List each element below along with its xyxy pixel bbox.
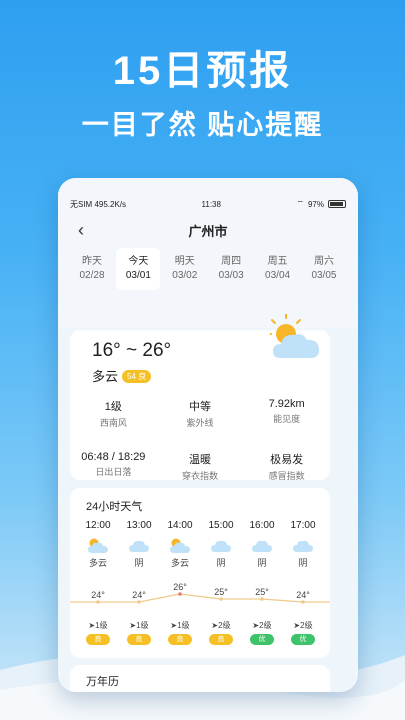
hour-condition: 阴 bbox=[216, 558, 226, 568]
battery-icon bbox=[327, 200, 346, 208]
promo-title: 15日预报 bbox=[112, 49, 293, 93]
hour-column: 12:00 多云 bbox=[78, 520, 118, 569]
status-time: 11:38 bbox=[201, 199, 221, 209]
hour-wind: ➤2级 bbox=[211, 621, 231, 630]
battery-percent: 97% bbox=[307, 199, 324, 209]
partly-cloudy-icon bbox=[160, 536, 200, 554]
hour-time: 12:00 bbox=[85, 520, 111, 531]
hour-time: 17:00 bbox=[290, 520, 316, 531]
detail-grid: 1级 西南风 中等 紫外线 7.92km 能见度 06:48 / 18:29 日出日落 … bbox=[70, 398, 330, 482]
hour-condition: 多云 bbox=[170, 558, 189, 568]
visibility-cell: 7.92km 能见度 bbox=[268, 398, 305, 424]
day-tab[interactable]: 周六 03/05 bbox=[302, 248, 346, 290]
day-tab[interactable]: 周五 03/04 bbox=[256, 248, 300, 290]
partly-cloudy-icon bbox=[78, 536, 118, 554]
hour-aqi-badge: 良 bbox=[168, 634, 192, 645]
cloudy-icon bbox=[242, 536, 282, 554]
hour-wind: ➤1级 bbox=[129, 621, 149, 630]
cloudy-icon bbox=[283, 536, 323, 554]
dressing-index-cell: 温暖 穿衣指数 bbox=[181, 454, 218, 481]
hour-time: 13:00 bbox=[126, 520, 152, 531]
temperature-point bbox=[96, 600, 100, 604]
hour-temperature: 25° bbox=[255, 587, 269, 597]
condition-text: 多云 bbox=[92, 369, 119, 384]
day-tabs: 昨天 02/28 今天 03/01 明天 03/02 周四 03/03 周五 03/04 … bbox=[70, 248, 346, 290]
cloudy-icon bbox=[201, 536, 241, 554]
temperature-point bbox=[260, 597, 264, 601]
hour-temperature: 24° bbox=[91, 590, 105, 600]
day-tab-selected[interactable]: 今天 03/01 bbox=[116, 248, 161, 290]
hour-wind: ➤2级 bbox=[293, 621, 313, 630]
wifi-icon: ⌔ bbox=[296, 199, 304, 208]
hour-temperature: 25° bbox=[214, 587, 228, 597]
hour-temperature: 26° bbox=[173, 582, 187, 592]
calendar-title: 万年历 bbox=[86, 676, 119, 688]
condition-row: 多云 54 良 bbox=[92, 366, 152, 385]
nav-bar: ‹ 广州市 bbox=[58, 218, 358, 242]
cloudy-icon bbox=[119, 536, 159, 554]
phone-frame: 无SIM 495.2K/s 11:38 ⌔ 97% ‹ 广州市 昨天 02/28 … bbox=[58, 178, 358, 692]
hour-aqi-badge: 优 bbox=[250, 634, 274, 645]
hour-aqi-badge: 良 bbox=[209, 634, 233, 645]
hour-temperature: 24° bbox=[132, 590, 146, 600]
temperature-point bbox=[301, 600, 305, 604]
cold-index-cell: 极易发 感冒指数 bbox=[268, 454, 305, 481]
hour-wind: ➤1级 bbox=[170, 621, 190, 630]
hour-column: 13:00 阴 bbox=[119, 520, 159, 569]
aqi-badge[interactable]: 54 良 bbox=[122, 370, 152, 383]
hour-condition: 阴 bbox=[134, 558, 144, 568]
hour-condition: 阴 bbox=[257, 558, 267, 568]
hour-condition: 阴 bbox=[298, 558, 308, 568]
app-screen: 无SIM 495.2K/s 11:38 ⌔ 97% ‹ 广州市 昨天 02/28 … bbox=[58, 178, 358, 692]
hour-temperature: 24° bbox=[296, 590, 310, 600]
hour-wind: ➤1级 bbox=[88, 621, 108, 630]
temperature-point bbox=[219, 597, 223, 601]
hour-column: 17:00 阴 bbox=[283, 520, 323, 569]
temperature-point bbox=[137, 600, 141, 604]
uv-cell: 中等 紫外线 bbox=[186, 401, 214, 428]
hour-aqi-badge: 良 bbox=[86, 634, 110, 645]
hour-time: 15:00 bbox=[208, 520, 234, 531]
hour-wind: ➤2级 bbox=[252, 621, 272, 630]
promo-subtitle: 一目了然 贴心提醒 bbox=[81, 110, 324, 140]
hour-column: 15:00 阴 bbox=[201, 520, 241, 569]
temperature-point bbox=[178, 592, 182, 596]
network-status: 无SIM 495.2K/s bbox=[70, 199, 127, 209]
day-tab[interactable]: 周四 03/03 bbox=[209, 248, 253, 290]
calendar-card[interactable]: 万年历 bbox=[70, 665, 330, 692]
temperature-range: 16° ~ 26° bbox=[92, 340, 172, 361]
today-card: 16° ~ 26° 多云 54 良 1级 西南风 中等 紫外线 7.92km 能见度 0… bbox=[70, 314, 330, 482]
sunrise-sunset-cell: 06:48 / 18:29 日出日落 bbox=[81, 451, 146, 477]
hour-column: 14:00 多云 bbox=[160, 520, 200, 569]
day-tab[interactable]: 明天 03/02 bbox=[163, 248, 207, 290]
hour-aqi-badge: 优 bbox=[291, 634, 315, 645]
hour-time: 16:00 bbox=[249, 520, 275, 531]
wind-cell: 1级 西南风 bbox=[99, 401, 127, 428]
hour-column: 16:00 阴 bbox=[242, 520, 282, 569]
day-tab[interactable]: 昨天 02/28 bbox=[70, 248, 114, 290]
city-title: 广州市 bbox=[188, 224, 228, 239]
hour-aqi-badge: 良 bbox=[127, 634, 151, 645]
partly-cloudy-icon bbox=[270, 314, 320, 358]
status-bar: 无SIM 495.2K/s 11:38 ⌔ 97% bbox=[70, 198, 346, 210]
hour-time: 14:00 bbox=[167, 520, 193, 531]
temperature-curve bbox=[70, 592, 330, 604]
hour-condition: 多云 bbox=[88, 558, 107, 568]
hourly-card: 24小时天气 12:00 多云 24° ➤1级良 13:00 阴 24° ➤1级良 14:00 多… bbox=[70, 488, 330, 658]
